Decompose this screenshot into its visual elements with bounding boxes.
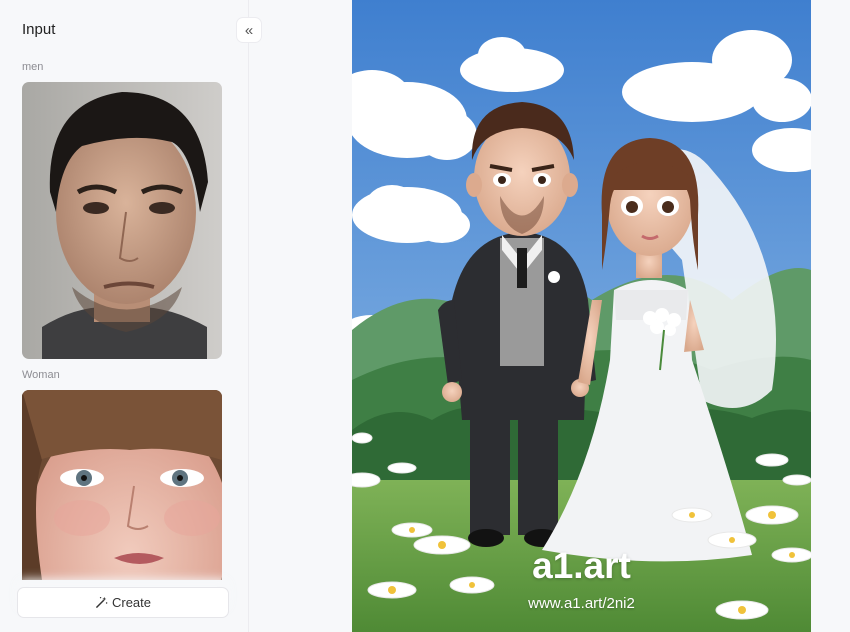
- woman-photo[interactable]: [22, 390, 222, 580]
- men-portrait-image: [22, 82, 222, 359]
- create-button-label: Create: [111, 595, 152, 610]
- brand-url-watermark: www.a1.art/2ni2: [528, 595, 635, 612]
- right-margin: [811, 0, 850, 632]
- woman-label: Woman: [22, 369, 60, 381]
- brand-watermark: a1.art: [532, 545, 631, 586]
- result-image: a1.art www.a1.art/2ni2: [352, 0, 811, 632]
- men-photo[interactable]: [22, 82, 222, 359]
- magic-wand-icon: [95, 596, 108, 609]
- wedding-couple-illustration: [352, 0, 811, 632]
- input-panel: Input men Woman Create: [0, 0, 249, 632]
- men-label: men: [22, 61, 44, 73]
- collapse-panel-button[interactable]: «: [236, 17, 262, 43]
- woman-portrait-image: [22, 390, 222, 580]
- create-button[interactable]: Create: [17, 587, 229, 618]
- panel-title: Input: [22, 21, 56, 38]
- double-chevron-left-icon: «: [244, 21, 254, 39]
